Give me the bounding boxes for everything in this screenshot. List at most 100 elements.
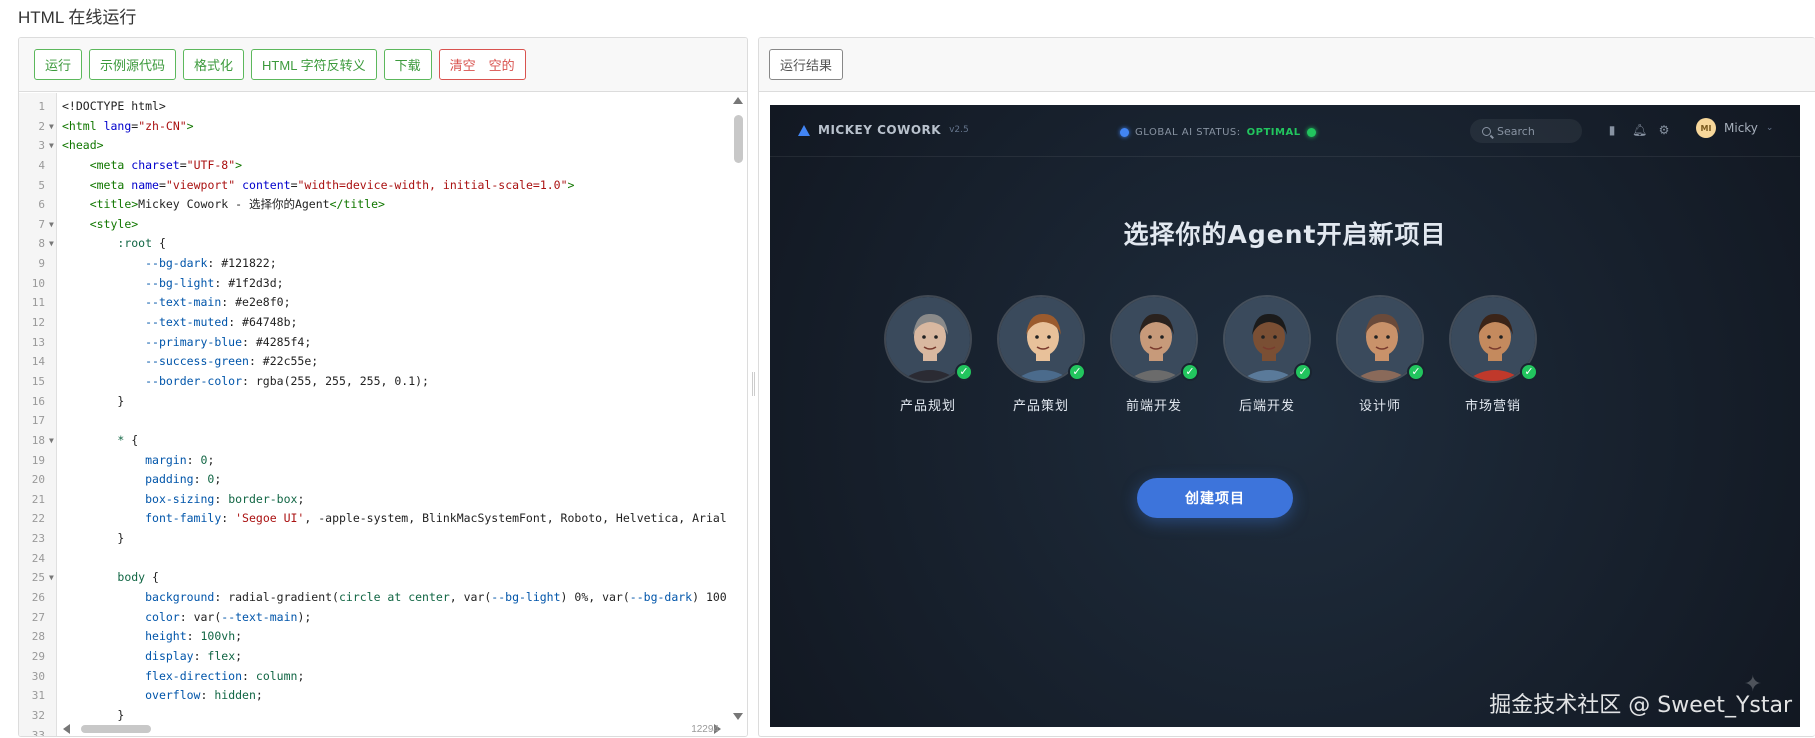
code-editor[interactable]: 1 <!DOCTYPE html> 2 ▼ <html lang="zh-CN"> 3 ▼ <…	[19, 93, 747, 736]
panel-splitter[interactable]	[749, 372, 755, 402]
code-line[interactable]: 19 margin: 0;	[19, 451, 727, 471]
agent-label: 产品规划	[899, 399, 956, 414]
hscroll-thumb[interactable]	[81, 725, 151, 733]
scroll-up-icon[interactable]	[733, 97, 743, 104]
agent-label: 设计师	[1358, 399, 1401, 414]
code-line[interactable]: 27 color: var(--text-main);	[19, 608, 727, 628]
clear-button[interactable]: 清空 空的	[438, 49, 526, 80]
agent-label: 后端开发	[1238, 399, 1295, 414]
page-title: HTML 在线运行	[18, 8, 137, 27]
line-number: 23	[31, 532, 45, 546]
preview-navbar: MICKEY COWORK v2.5 GLOBAL AI STATUS: OPT…	[770, 105, 1800, 157]
code-text: --bg-dark: #121822;	[145, 256, 277, 271]
agent-avatar-wrap: ✓	[1336, 295, 1425, 383]
code-line[interactable]: 28 height: 100vh;	[19, 627, 727, 647]
code-line[interactable]: 25 ▼ body {	[19, 568, 727, 588]
code-line[interactable]: 2 ▼ <html lang="zh-CN">	[19, 117, 727, 137]
code-text: --border-color: rgba(255, 255, 255, 0.1)…	[145, 373, 429, 388]
fold-toggle-icon[interactable]: ▼	[49, 117, 54, 137]
agent-avatar-wrap: ✓	[997, 295, 1086, 383]
code-text: display: flex;	[145, 648, 243, 663]
code-text: <html lang="zh-CN">	[62, 118, 194, 133]
line-number: 16	[31, 394, 45, 408]
line-number: 17	[31, 414, 45, 428]
code-line[interactable]: 21 box-sizing: border-box;	[19, 490, 727, 510]
code-line[interactable]: 26 background: radial-gradient(circle at…	[19, 588, 727, 608]
check-icon: ✓	[1181, 363, 1199, 381]
agent-card[interactable]: ✓ 后端开发	[1223, 295, 1312, 414]
line-number: 28	[31, 630, 45, 644]
code-line[interactable]: 23 }	[19, 529, 727, 549]
code-line[interactable]: 6 <title>Mickey Cowork - 选择你的Agent</titl…	[19, 195, 727, 215]
sample-code-button[interactable]: 示例源代码	[89, 49, 177, 80]
code-line[interactable]: 7 ▼ <style>	[19, 215, 727, 235]
fold-toggle-icon[interactable]: ▼	[49, 136, 54, 156]
code-line[interactable]: 17	[19, 411, 727, 431]
agent-card[interactable]: ✓ 产品策划	[997, 295, 1086, 414]
scroll-left-icon[interactable]	[63, 724, 70, 734]
code-text: <meta name="viewport" content="width=dev…	[89, 177, 575, 192]
code-line[interactable]: 30 flex-direction: column;	[19, 667, 727, 687]
code-lines[interactable]: 1 <!DOCTYPE html> 2 ▼ <html lang="zh-CN"> 3 ▼ <…	[19, 97, 727, 736]
code-line[interactable]: 1 <!DOCTYPE html>	[19, 97, 727, 117]
code-line[interactable]: 12 --text-muted: #64748b;	[19, 313, 727, 333]
fold-toggle-icon[interactable]: ▼	[49, 215, 54, 235]
status-label: GLOBAL AI STATUS:	[1135, 126, 1241, 138]
user-menu[interactable]: MI Micky ⌄	[1696, 118, 1773, 138]
code-line[interactable]: 9 --bg-dark: #121822;	[19, 254, 727, 274]
code-line[interactable]: 29 display: flex;	[19, 647, 727, 667]
line-number: 20	[31, 473, 45, 487]
run-result-button[interactable]: 运行结果	[769, 49, 844, 80]
agent-card[interactable]: ✓ 前端开发	[1110, 295, 1199, 414]
code-line[interactable]: 11 --text-main: #e2e8f0;	[19, 293, 727, 313]
code-line[interactable]: 3 ▼ <head>	[19, 136, 727, 156]
gear-icon[interactable]: ⚙	[1658, 124, 1670, 136]
document-icon[interactable]: ▮	[1606, 124, 1618, 136]
check-icon: ✓	[1068, 363, 1086, 381]
line-number: 3	[38, 139, 45, 153]
chevron-down-icon: ⌄	[1765, 123, 1774, 133]
code-line[interactable]: 31 overflow: hidden;	[19, 686, 727, 706]
line-number: 7	[38, 217, 45, 231]
code-line[interactable]: 20 padding: 0;	[19, 470, 727, 490]
code-text: box-sizing: border-box;	[145, 491, 305, 506]
code-line[interactable]: 10 --bg-light: #1f2d3d;	[19, 274, 727, 294]
agent-label: 市场营销	[1464, 399, 1521, 414]
bell-icon[interactable]: 🔔︎	[1632, 124, 1647, 136]
code-text: body {	[117, 570, 159, 585]
code-line[interactable]: 5 <meta name="viewport" content="width=d…	[19, 176, 727, 196]
code-line[interactable]: 16 }	[19, 392, 727, 412]
code-line[interactable]: 4 <meta charset="UTF-8">	[19, 156, 727, 176]
code-line[interactable]: 24	[19, 549, 727, 569]
search-placeholder: Search	[1497, 124, 1535, 138]
code-line[interactable]: 13 --primary-blue: #4285f4;	[19, 333, 727, 353]
line-number: 5	[38, 178, 45, 192]
line-number: 6	[38, 198, 45, 212]
scroll-thumb[interactable]	[734, 115, 743, 163]
line-number: 25	[31, 571, 45, 585]
horizontal-scrollbar[interactable]: 12294	[57, 722, 727, 736]
code-line[interactable]: 22 font-family: 'Segoe UI', -apple-syste…	[19, 509, 727, 529]
line-number: 9	[38, 257, 45, 271]
code-line[interactable]: 18 ▼ * {	[19, 431, 727, 451]
unescape-button[interactable]: HTML 字符反转义	[251, 49, 377, 80]
brand[interactable]: MICKEY COWORK v2.5	[798, 123, 969, 137]
preview-search[interactable]: Search	[1470, 119, 1582, 143]
vertical-scrollbar[interactable]	[731, 93, 745, 722]
fold-toggle-icon[interactable]: ▼	[49, 234, 54, 254]
scroll-down-icon[interactable]	[733, 713, 743, 720]
editor-panel: 运行 示例源代码 格式化 HTML 字符反转义 下载 清空 空的 1 <!DOCT…	[18, 37, 748, 737]
agent-card[interactable]: ✓ 产品规划	[884, 295, 973, 414]
code-line[interactable]: 14 --success-green: #22c55e;	[19, 352, 727, 372]
brand-name: MICKEY COWORK	[818, 123, 942, 137]
run-button[interactable]: 运行	[34, 49, 83, 80]
format-button[interactable]: 格式化	[183, 49, 245, 80]
code-line[interactable]: 8 ▼ :root {	[19, 234, 727, 254]
code-line[interactable]: 15 --border-color: rgba(255, 255, 255, 0…	[19, 372, 727, 392]
download-button[interactable]: 下载	[383, 49, 432, 80]
fold-toggle-icon[interactable]: ▼	[49, 568, 54, 588]
fold-toggle-icon[interactable]: ▼	[49, 431, 54, 451]
agent-card[interactable]: ✓ 市场营销	[1449, 295, 1538, 414]
create-project-button[interactable]: 创建项目	[1137, 478, 1293, 518]
agent-card[interactable]: ✓ 设计师	[1336, 295, 1425, 414]
